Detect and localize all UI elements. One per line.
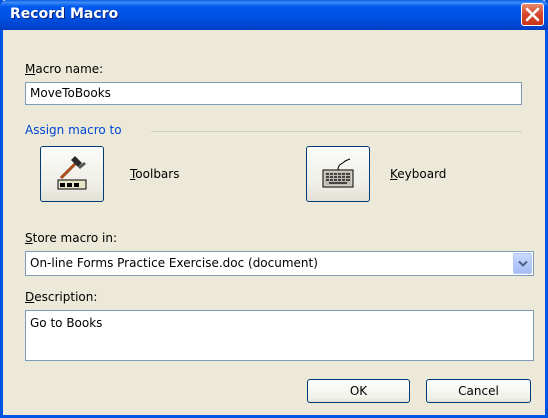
- dropdown-arrow-button[interactable]: [513, 253, 532, 274]
- ok-button[interactable]: OK: [307, 379, 410, 403]
- macro-name-label: Macro name:: [25, 62, 104, 76]
- hammer-toolbar-icon: [57, 156, 87, 190]
- record-macro-dialog: Record Macro Macro name: MoveToBooks Ass…: [0, 0, 548, 418]
- group-divider: [151, 131, 522, 132]
- keyboard-icon: [322, 158, 354, 188]
- store-macro-select[interactable]: On-line Forms Practice Exercise.doc (doc…: [25, 251, 534, 276]
- assign-macro-group-label: Assign macro to: [25, 123, 122, 137]
- store-macro-label: Store macro in:: [25, 231, 117, 245]
- store-macro-value: On-line Forms Practice Exercise.doc (doc…: [30, 256, 318, 270]
- toolbars-button[interactable]: [40, 146, 104, 202]
- toolbars-label[interactable]: Toolbars: [130, 167, 179, 181]
- close-icon: [525, 7, 540, 22]
- dialog-title: Record Macro: [10, 6, 119, 22]
- cancel-button[interactable]: Cancel: [426, 379, 531, 403]
- close-button[interactable]: [521, 3, 544, 26]
- chevron-down-icon: [518, 260, 528, 267]
- description-label: Description:: [25, 290, 98, 304]
- title-bar[interactable]: Record Macro: [0, 0, 548, 30]
- macro-name-input[interactable]: MoveToBooks: [25, 82, 522, 105]
- keyboard-button[interactable]: [306, 146, 370, 202]
- description-textarea[interactable]: Go to Books: [25, 310, 534, 361]
- keyboard-label[interactable]: Keyboard: [390, 167, 446, 181]
